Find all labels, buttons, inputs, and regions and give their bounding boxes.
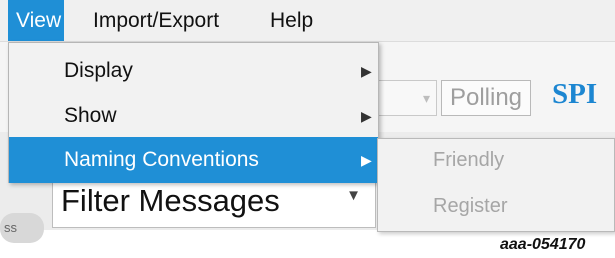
menu-item-display[interactable]: Display ▶ bbox=[9, 48, 378, 94]
submenu-item-friendly[interactable]: Friendly bbox=[433, 149, 504, 172]
chevron-right-icon: ▶ bbox=[361, 63, 372, 79]
naming-conventions-submenu: Friendly Register bbox=[377, 138, 615, 232]
menu-item-label: Naming Conventions bbox=[64, 148, 259, 171]
menu-view[interactable]: View bbox=[8, 0, 64, 41]
chevron-down-icon: ▼ bbox=[346, 187, 361, 204]
filter-messages-dropdown[interactable]: Filter Messages ▼ bbox=[52, 178, 376, 228]
filter-messages-label: Filter Messages bbox=[61, 183, 280, 218]
menu-item-label: Show bbox=[64, 104, 117, 127]
menu-bar: View Import/Export Help bbox=[0, 0, 615, 42]
polling-button[interactable]: Polling bbox=[441, 80, 531, 116]
status-badge: ss bbox=[0, 213, 44, 243]
menu-item-label: Display bbox=[64, 59, 133, 82]
menu-help[interactable]: Help bbox=[270, 0, 313, 41]
figure-id: aaa-054170 bbox=[500, 236, 586, 253]
chevron-down-icon: ▾ bbox=[422, 90, 430, 106]
menu-item-show[interactable]: Show ▶ bbox=[9, 93, 378, 139]
spi-label: SPI bbox=[552, 78, 598, 110]
chevron-right-icon: ▶ bbox=[361, 108, 372, 124]
view-menu-dropdown: Display ▶ Show ▶ Naming Conventions ▶ bbox=[8, 42, 379, 183]
menu-item-naming-conventions[interactable]: Naming Conventions ▶ bbox=[9, 137, 378, 183]
menu-import-export[interactable]: Import/Export bbox=[93, 0, 219, 41]
chevron-right-icon: ▶ bbox=[361, 152, 372, 168]
submenu-item-register[interactable]: Register bbox=[433, 195, 507, 218]
